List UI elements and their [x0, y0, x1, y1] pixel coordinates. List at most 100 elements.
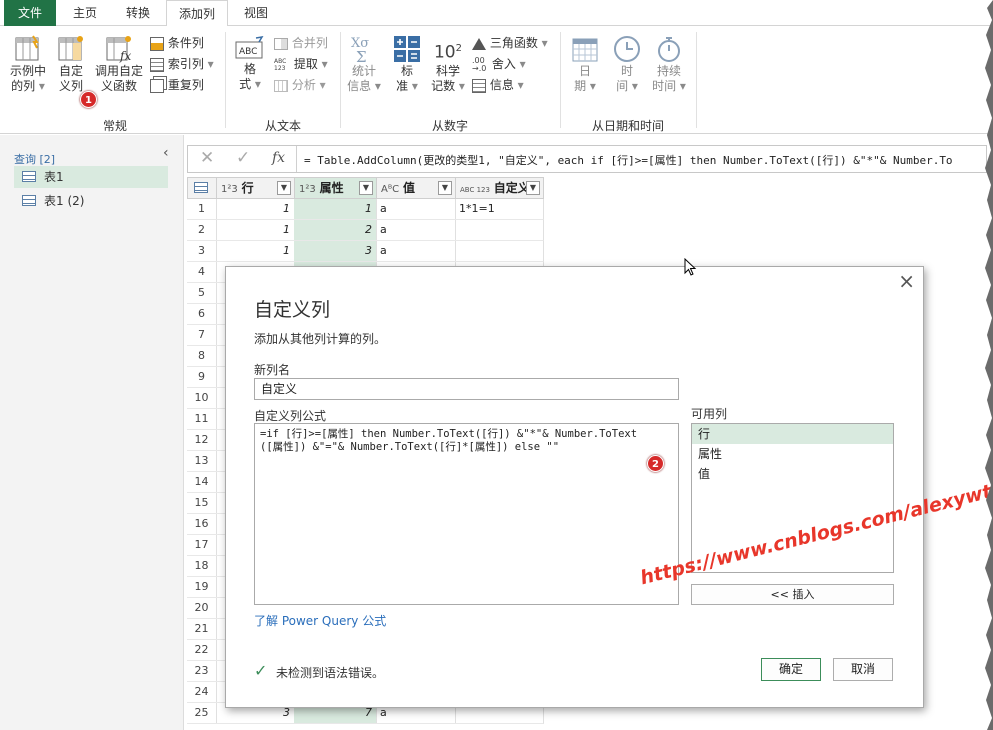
- cell-value[interactable]: a: [376, 220, 456, 241]
- query-item-label: 表1: [44, 170, 64, 184]
- available-column-attribute[interactable]: 属性: [692, 444, 893, 464]
- rounding-icon: .00 →.0: [472, 56, 488, 73]
- merge-columns-button[interactable]: 合并列: [274, 34, 328, 52]
- cell-row[interactable]: 1: [216, 241, 295, 262]
- svg-text:fx: fx: [119, 49, 131, 63]
- statistics-button[interactable]: Xσ Σ 统计 信息 ▾: [344, 34, 384, 94]
- custom-formula-editor[interactable]: =if [行]>=[属性] then Number.ToText([行]) &"…: [254, 423, 679, 605]
- parse-button[interactable]: 分析 ▾: [274, 76, 326, 94]
- standard-button[interactable]: 标 准 ▾: [388, 34, 426, 94]
- statistics-icon: XσΣ: [351, 36, 369, 64]
- table-icon: [194, 182, 208, 193]
- ok-button[interactable]: 确定: [761, 658, 821, 681]
- available-column-row[interactable]: 行: [692, 424, 893, 444]
- conditional-column-button[interactable]: 条件列: [150, 34, 204, 52]
- group-label-number: 从数字: [431, 119, 468, 133]
- group-label-general: 常规: [102, 119, 127, 133]
- extract-icon-123: 123: [274, 64, 286, 72]
- custom-column-icon: [58, 36, 83, 61]
- duration-button[interactable]: 持续 时间 ▾: [648, 34, 690, 94]
- duration-label-1: 持续: [656, 64, 681, 78]
- available-column-value[interactable]: 值: [692, 464, 893, 484]
- cell-custom[interactable]: [455, 220, 544, 241]
- time-button[interactable]: 时 间 ▾: [608, 34, 646, 94]
- tab-add-column[interactable]: 添加列: [166, 0, 228, 27]
- close-dialog-icon[interactable]: ×: [898, 269, 915, 293]
- cell-value[interactable]: a: [376, 199, 456, 220]
- format-button[interactable]: ABC 格 式 ▾: [230, 36, 270, 92]
- collapse-pane-icon[interactable]: ‹: [163, 145, 169, 161]
- custom-column-button[interactable]: 自定 义列: [53, 34, 89, 94]
- cell-value[interactable]: a: [376, 241, 456, 262]
- mouse-cursor-icon: [684, 258, 697, 276]
- index-column-button[interactable]: 索引列 ▾: [150, 55, 214, 73]
- cell-attribute[interactable]: 2: [294, 220, 377, 241]
- row-number: 4: [187, 262, 217, 283]
- insert-button[interactable]: << 插入: [691, 584, 894, 605]
- learn-formula-link[interactable]: 了解 Power Query 公式: [254, 612, 386, 629]
- column-from-examples-button[interactable]: 示例中 的列 ▾: [6, 34, 50, 94]
- column-header-label: 自定义: [493, 181, 530, 195]
- cell-row[interactable]: 1: [216, 199, 295, 220]
- dialog-subtitle: 添加从其他列计算的列。: [254, 332, 387, 346]
- standard-icon: [394, 36, 420, 62]
- confirm-formula-icon[interactable]: ✓: [236, 148, 250, 168]
- parse-icon: [274, 79, 288, 92]
- filter-dropdown-icon[interactable]: ▼: [277, 181, 291, 195]
- cell-custom[interactable]: 1*1=1: [455, 199, 544, 220]
- date-button[interactable]: 日 期 ▾: [566, 34, 604, 94]
- filter-dropdown-icon[interactable]: ▼: [526, 181, 540, 195]
- information-button[interactable]: 信息 ▾: [472, 76, 524, 94]
- tab-transform[interactable]: 转换: [114, 0, 162, 26]
- stopwatch-icon: [658, 37, 680, 62]
- cell-row[interactable]: 1: [216, 220, 295, 241]
- column-header-row[interactable]: 1²3 行 ▼: [216, 177, 295, 199]
- duplicate-column-button[interactable]: 重复列: [150, 76, 204, 94]
- tab-home[interactable]: 主页: [62, 0, 108, 26]
- tab-file[interactable]: 文件: [4, 0, 56, 26]
- rounding-button[interactable]: .00 →.0 舍入 ▾: [472, 55, 526, 73]
- column-header-custom[interactable]: ABC 123 自定义 ▼: [455, 177, 544, 199]
- extract-icon: ABC 123: [274, 58, 290, 72]
- column-header-label: 行: [241, 181, 254, 195]
- row-number: 17: [187, 535, 217, 556]
- invoke-custom-function-button[interactable]: fx 调用自定 义函数: [93, 34, 145, 94]
- tab-view[interactable]: 视图: [232, 0, 280, 26]
- filter-dropdown-icon[interactable]: ▼: [438, 181, 452, 195]
- table-icon: [22, 171, 36, 182]
- cell-custom[interactable]: [455, 241, 544, 262]
- custom-column-dialog: × 自定义列 添加从其他列计算的列。 新列名 自定义 自定义列公式 =if [行…: [225, 266, 924, 708]
- row-number: 23: [187, 661, 217, 682]
- query-item-table1[interactable]: 表1: [14, 166, 168, 188]
- time-label-2: 间: [616, 79, 629, 93]
- formula-divider: [296, 146, 297, 172]
- information-icon: [472, 78, 486, 93]
- extract-label: 提取: [293, 57, 318, 71]
- statistics-label-2: 信息: [347, 79, 372, 93]
- fx-icon[interactable]: fx: [272, 150, 285, 166]
- column-header-attribute[interactable]: 1²3 属性 ▼: [294, 177, 377, 199]
- column-header-value[interactable]: AᴮC 值 ▼: [376, 177, 456, 199]
- cancel-button[interactable]: 取消: [833, 658, 893, 681]
- cancel-formula-icon[interactable]: ✕: [200, 148, 214, 168]
- row-number: 5: [187, 283, 217, 304]
- scientific-button[interactable]: 102 科学 记数 ▾: [428, 34, 468, 94]
- new-column-name-label: 新列名: [254, 363, 291, 377]
- cell-attribute[interactable]: 3: [294, 241, 377, 262]
- formula-input[interactable]: = Table.AddColumn(更改的类型1, "自定义", each if…: [304, 152, 984, 168]
- row-number: 1: [187, 199, 217, 220]
- new-column-name-input[interactable]: 自定义: [254, 378, 679, 400]
- row-number: 21: [187, 619, 217, 640]
- row-number: 16: [187, 514, 217, 535]
- row-number: 3: [187, 241, 217, 262]
- trigonometry-button[interactable]: 三角函数 ▾: [472, 34, 548, 52]
- query-item-table1-2[interactable]: 表1 (2): [14, 190, 168, 212]
- extract-button[interactable]: ABC 123 提取 ▾: [274, 55, 328, 73]
- triangle-icon: [472, 37, 486, 50]
- group-separator: [340, 32, 341, 128]
- row-number: 25: [187, 703, 217, 724]
- scientific-label-2: 记数: [431, 79, 456, 93]
- table-menu-button[interactable]: [187, 177, 217, 199]
- filter-dropdown-icon[interactable]: ▼: [359, 181, 373, 195]
- cell-attribute[interactable]: 1: [294, 199, 377, 220]
